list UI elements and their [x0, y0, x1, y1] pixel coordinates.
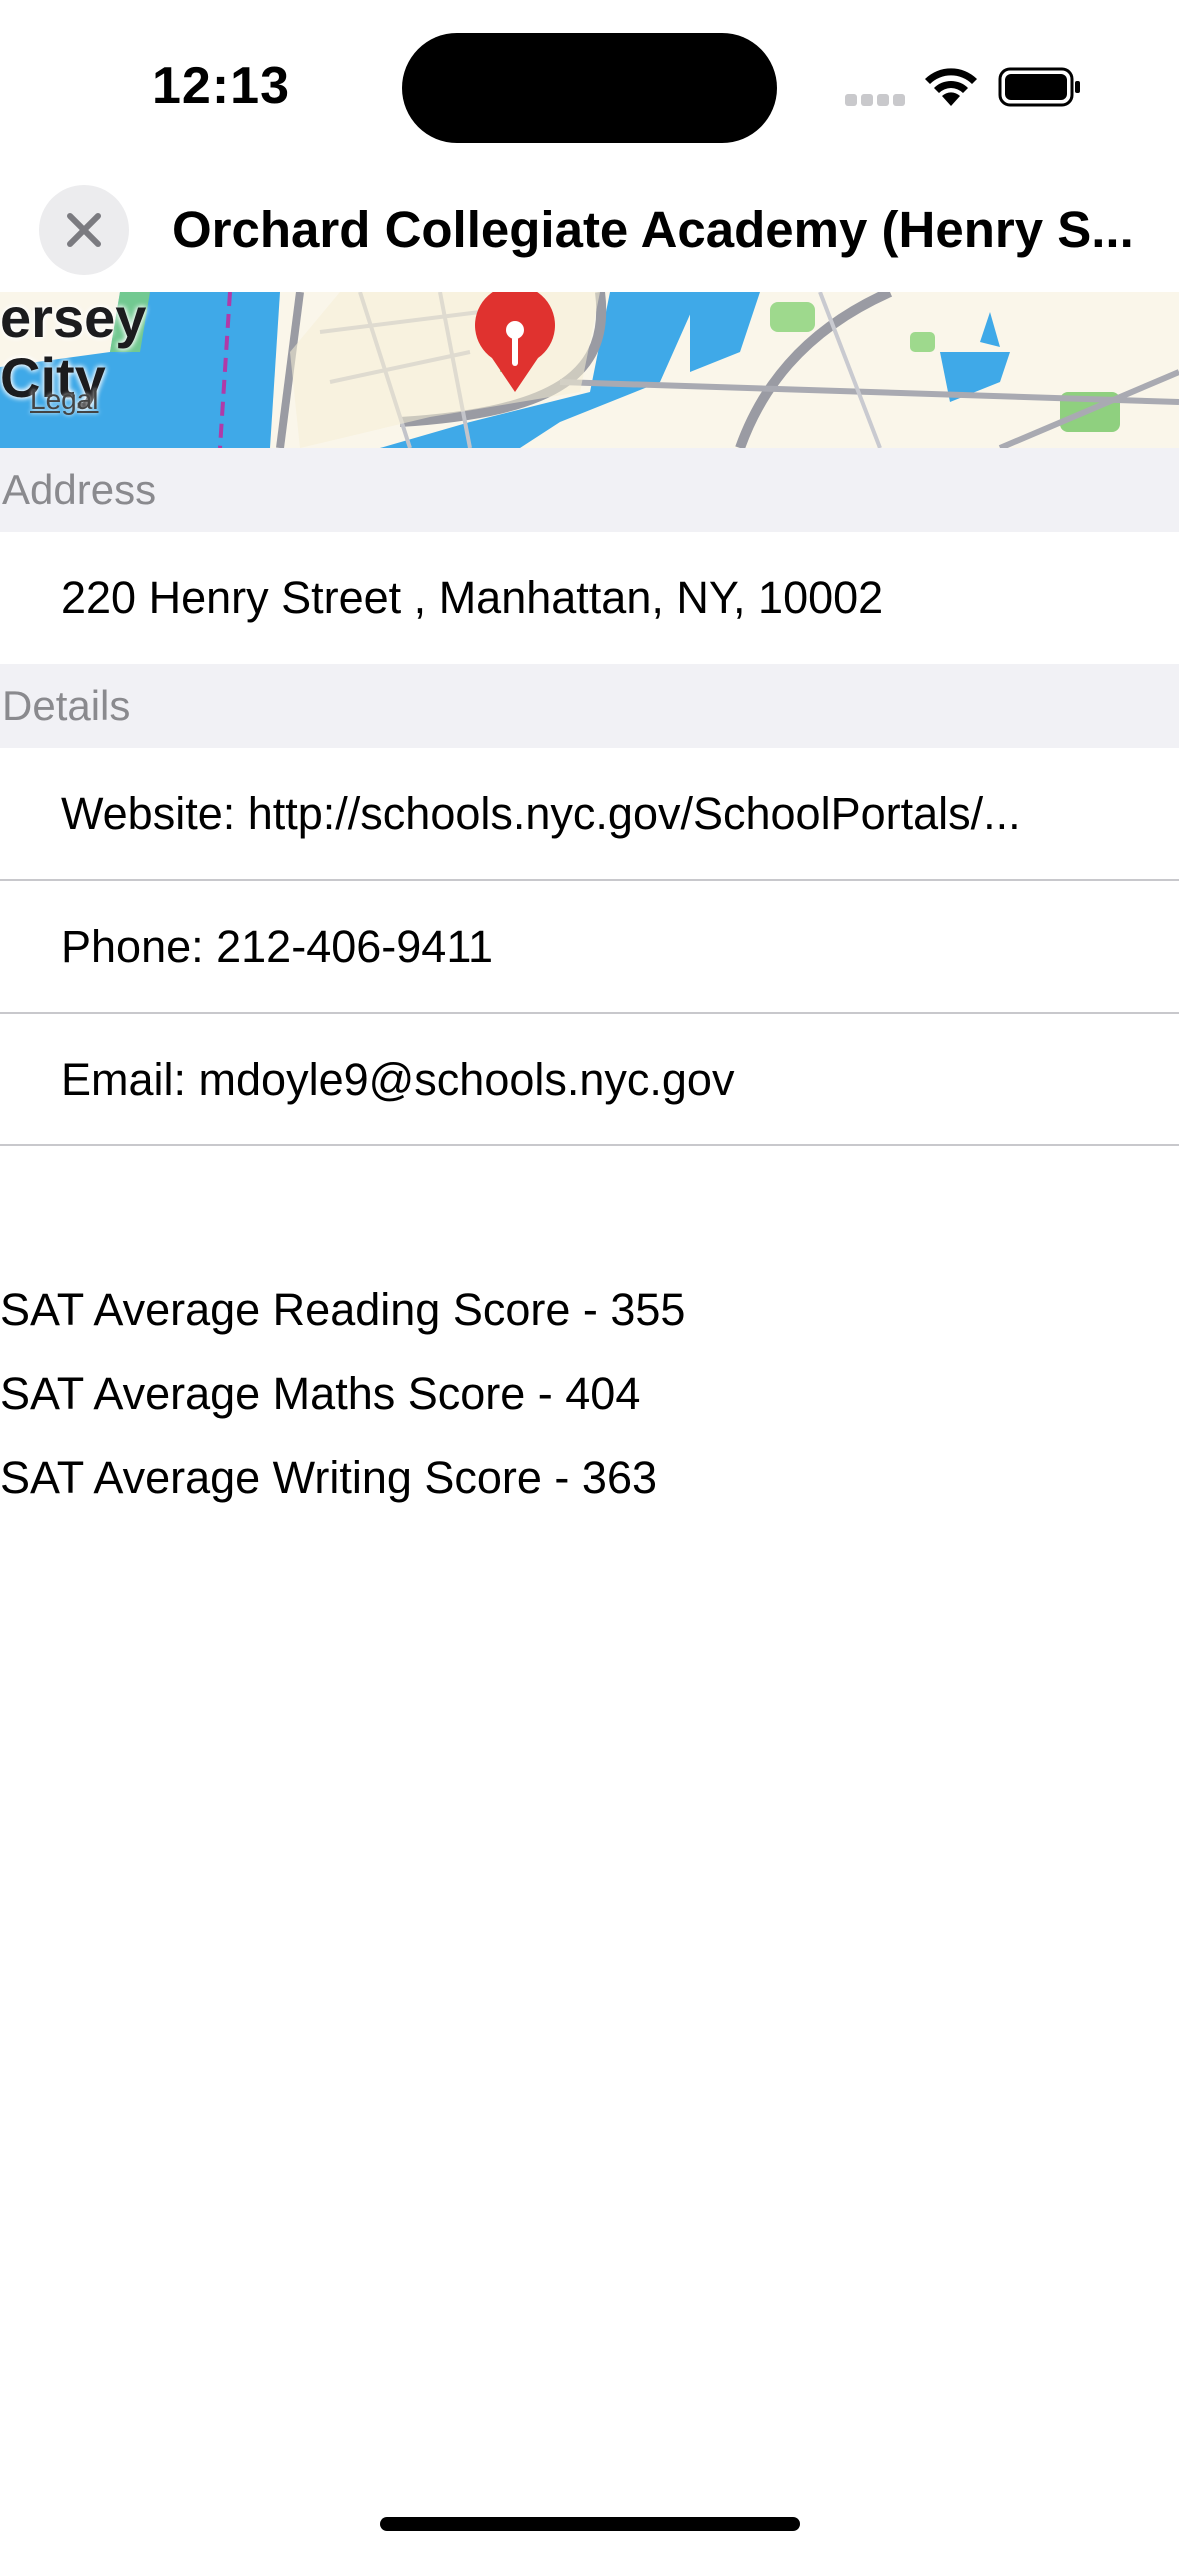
status-time: 12:13: [152, 57, 290, 115]
battery-icon: [998, 67, 1080, 107]
address-row[interactable]: 220 Henry Street , Manhattan, NY, 10002: [0, 532, 1179, 664]
map-view[interactable]: ersey City Legal: [0, 292, 1179, 448]
page-title: Orchard Collegiate Academy (Henry S...: [172, 201, 1132, 258]
website-row[interactable]: Website: http://schools.nyc.gov/SchoolPo…: [0, 748, 1179, 880]
website-text: Website: http://schools.nyc.gov/SchoolPo…: [61, 788, 1021, 839]
phone-row[interactable]: Phone: 212-406-9411: [0, 881, 1179, 1013]
sat-writing-score: SAT Average Writing Score - 363: [0, 1452, 658, 1503]
email-row[interactable]: Email: mdoyle9@schools.nyc.gov: [0, 1014, 1179, 1146]
details-section-header: Details: [0, 664, 1179, 748]
address-section-label: Address: [2, 466, 157, 513]
phone-text: Phone: 212-406-9411: [61, 921, 494, 972]
email-text: Email: mdoyle9@schools.nyc.gov: [61, 1054, 735, 1105]
address-text: 220 Henry Street , Manhattan, NY, 10002: [61, 572, 884, 623]
wifi-icon: [925, 68, 977, 106]
sat-reading-score: SAT Average Reading Score - 355: [0, 1284, 686, 1335]
navigation-bar: Orchard Collegiate Academy (Henry S...: [0, 170, 1179, 292]
map-background: [0, 292, 1179, 448]
cellular-signal-icon: [845, 94, 905, 106]
map-legal-link[interactable]: Legal: [30, 384, 99, 416]
home-indicator[interactable]: [380, 2517, 800, 2531]
address-section-header: Address: [0, 448, 1179, 532]
status-bar: 12:13: [0, 0, 1179, 170]
close-button[interactable]: [39, 185, 129, 275]
divider: [0, 1144, 1179, 1146]
close-icon: [67, 213, 101, 247]
sat-maths-score: SAT Average Maths Score - 404: [0, 1368, 641, 1419]
map-pin-icon[interactable]: [470, 292, 560, 394]
details-section-label: Details: [2, 682, 131, 729]
dynamic-island: [402, 33, 777, 143]
